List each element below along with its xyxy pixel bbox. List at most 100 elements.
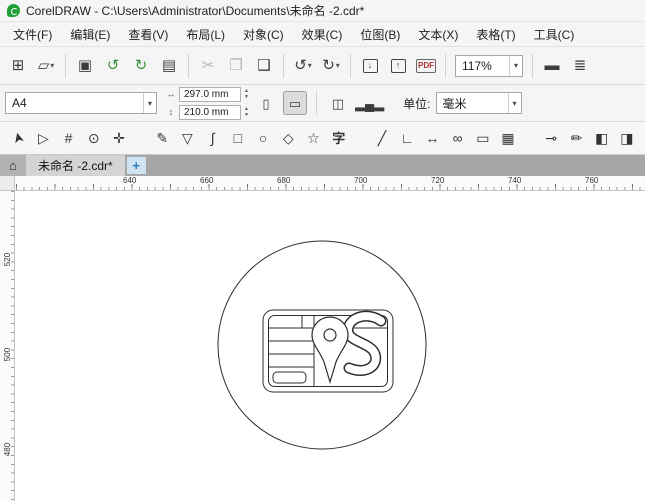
connector-tool[interactable]: ∟ [396, 126, 418, 150]
outline-pen-tool[interactable]: ✏ [565, 126, 587, 150]
apply-current-page-button[interactable]: ◫ [326, 91, 350, 115]
coreldraw-logo-icon [7, 4, 20, 17]
vertical-ruler[interactable]: 520 500 480 [0, 191, 15, 501]
undo-icon: ↺ [294, 57, 307, 74]
chevron-down-icon[interactable]: ▾ [508, 55, 522, 76]
units-label: 单位: [403, 96, 431, 111]
page-height-stepper[interactable]: ▲ ▼ [244, 106, 249, 118]
pen-tool[interactable]: ▽ [176, 126, 198, 150]
undo-button[interactable]: ↺ ▾ [290, 53, 316, 79]
new-tab-button[interactable]: + [126, 157, 146, 174]
fullscreen-preview-button[interactable]: ▬ [539, 53, 565, 79]
publish-pdf-button[interactable]: PDF [413, 53, 439, 79]
interactive-fill-tool[interactable]: ◨ [616, 126, 638, 150]
fullscreen-preview-icon: ▬ [544, 57, 560, 74]
rectangle-tool[interactable]: □ [227, 126, 249, 150]
map-pin-shape[interactable] [311, 316, 349, 385]
bezier-tool[interactable]: ∫ [202, 126, 224, 150]
copy-button: ❐ [223, 53, 249, 79]
zoom-level-combo[interactable]: 117% ▾ [455, 54, 523, 77]
canvas-artwork[interactable] [15, 191, 645, 501]
publish-pdf-icon: PDF [416, 58, 436, 73]
menu-item-1[interactable]: 文件(F) [4, 23, 61, 46]
apply-current-page-icon: ◫ [331, 95, 345, 111]
menu-item-7[interactable]: 位图(B) [351, 23, 409, 46]
text-tool[interactable]: 字 [328, 126, 350, 150]
page-size-combo[interactable]: A4 ▾ [5, 92, 157, 114]
document-tab[interactable]: 未命名 -2.cdr* [26, 155, 125, 176]
cut-icon: ✂ [201, 57, 215, 74]
ruler-number: 520 [3, 252, 12, 267]
open-button[interactable]: ▱ ▾ [33, 53, 59, 79]
polygon-tool[interactable]: ◇ [277, 126, 299, 150]
spin-down-icon[interactable]: ▼ [244, 94, 249, 100]
page-sorter-button[interactable]: ▂▄▂ [355, 91, 384, 115]
menu-item-10[interactable]: 工具(C) [525, 23, 584, 46]
cloud-open-button[interactable]: ↺ [100, 53, 126, 79]
page-width-icon: ↔ [166, 89, 176, 99]
portrait-button[interactable]: ▯ [254, 91, 278, 115]
menu-item-4[interactable]: 布局(L) [177, 23, 234, 46]
import-button[interactable]: ↓ [357, 53, 383, 79]
menu-item-6[interactable]: 效果(C) [293, 23, 352, 46]
cut-button: ✂ [195, 53, 221, 79]
new-document-icon: ⊞ [11, 57, 25, 74]
page-sorter-icon: ▂▄▂ [354, 95, 385, 111]
toolbar-separator [188, 53, 189, 78]
new-document-button[interactable]: ⊞ [5, 53, 31, 79]
spin-up-icon[interactable]: ▲ [244, 88, 249, 94]
portrait-icon: ▯ [262, 95, 270, 111]
redo-button[interactable]: ↻ ▾ [318, 53, 344, 79]
ellipse-tool[interactable]: ○ [252, 126, 274, 150]
fill-tool[interactable]: ◧ [591, 126, 613, 150]
landscape-button[interactable]: ▭ [282, 91, 307, 115]
bezier-tool-icon: ∫ [210, 130, 215, 146]
save-button[interactable]: ▣ [72, 53, 98, 79]
pan-tool[interactable]: ✛ [108, 126, 130, 150]
straight-line-tool[interactable]: ╱ [371, 126, 393, 150]
chevron-down-icon[interactable]: ▾ [142, 93, 156, 113]
print-icon: ▤ [161, 57, 177, 74]
common-shapes-tool-icon: ☆ [307, 130, 320, 146]
show-rulers-button[interactable]: ≣ [567, 53, 593, 79]
spin-down-icon[interactable]: ▼ [244, 112, 249, 118]
menu-item-2[interactable]: 编辑(E) [61, 23, 119, 46]
chevron-down-icon[interactable]: ▾ [50, 61, 54, 70]
chevron-down-icon[interactable]: ▾ [308, 61, 312, 70]
drawing-canvas[interactable] [15, 191, 645, 501]
menu-item-3[interactable]: 查看(V) [119, 23, 177, 46]
cloud-save-button[interactable]: ↻ [128, 53, 154, 79]
horizontal-ruler[interactable]: 640 660 680 700 720 740 760 [15, 176, 645, 191]
paste-button[interactable]: ❑ [251, 53, 277, 79]
lens-tool[interactable]: ∞ [447, 126, 469, 150]
units-combo[interactable]: 毫米 ▾ [435, 92, 522, 114]
pick-tool[interactable]: ➤ [7, 126, 29, 150]
toolbar-separator [65, 53, 66, 78]
page-width-field[interactable]: 297.0 mm [179, 86, 241, 102]
window-title: CorelDRAW - C:\Users\Administrator\Docum… [26, 4, 365, 18]
crop-tool[interactable]: # [57, 126, 79, 150]
chevron-down-icon[interactable]: ▾ [507, 93, 521, 113]
menu-bar: 文件(F) 编辑(E) 查看(V) 布局(L) 对象(C) 效果(C) 位图(B) 文本(X)… [0, 22, 645, 47]
menu-item-8[interactable]: 文本(X) [409, 23, 467, 46]
dimension-tool[interactable]: ↔ [421, 126, 443, 150]
ruler-origin-corner[interactable] [0, 176, 15, 191]
home-button[interactable]: ⌂ [0, 155, 26, 176]
print-button[interactable]: ▤ [156, 53, 182, 79]
page-height-field[interactable]: 210.0 mm [179, 104, 241, 120]
eyedropper-tool[interactable]: ⊸ [540, 126, 562, 150]
common-shapes-tool[interactable]: ☆ [302, 126, 324, 150]
zoom-tool[interactable]: ⊙ [83, 126, 105, 150]
ellipse-tool-icon: ○ [258, 130, 268, 146]
page-width-stepper[interactable]: ▲ ▼ [244, 88, 249, 100]
letter-s-shape[interactable] [342, 310, 387, 376]
menu-item-5[interactable]: 对象(C) [234, 23, 293, 46]
spin-up-icon[interactable]: ▲ [244, 106, 249, 112]
transparency-tool[interactable]: ▦ [497, 126, 519, 150]
export-button[interactable]: ↑ [385, 53, 411, 79]
chevron-down-icon[interactable]: ▾ [336, 61, 340, 70]
freehand-tool[interactable]: ✎ [151, 126, 173, 150]
menu-item-9[interactable]: 表格(T) [467, 23, 524, 46]
shape-tool[interactable]: ▷ [32, 126, 54, 150]
shadow-tool[interactable]: ▭ [472, 126, 494, 150]
